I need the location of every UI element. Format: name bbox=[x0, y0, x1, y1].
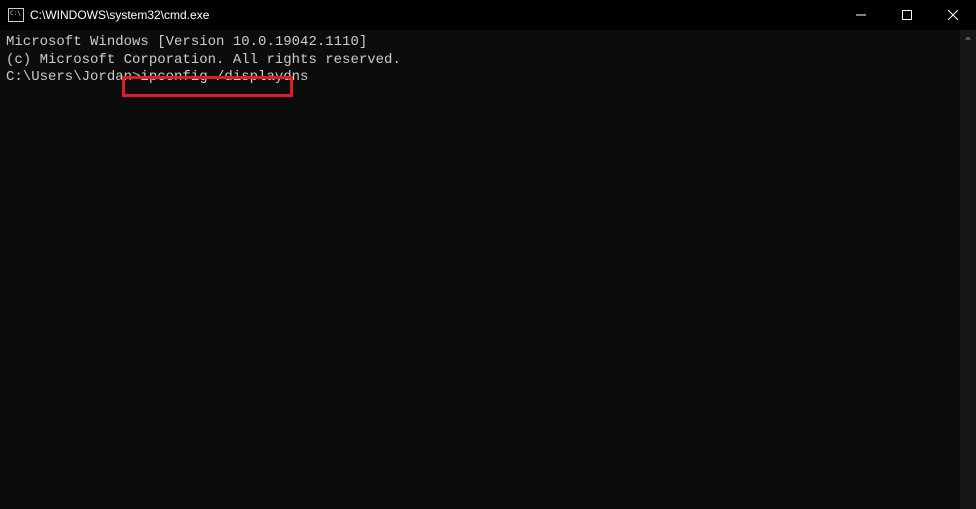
prompt-line: C:\Users\Jordan>ipconfig /displaydns bbox=[6, 69, 954, 87]
scrollbar[interactable] bbox=[960, 30, 976, 509]
version-line: Microsoft Windows [Version 10.0.19042.11… bbox=[6, 34, 954, 52]
cmd-icon bbox=[8, 8, 24, 22]
scroll-up-button[interactable] bbox=[960, 30, 976, 46]
maximize-icon bbox=[902, 10, 912, 20]
titlebar[interactable]: C:\WINDOWS\system32\cmd.exe bbox=[0, 0, 976, 30]
titlebar-left: C:\WINDOWS\system32\cmd.exe bbox=[0, 8, 209, 22]
prompt-text: C:\Users\Jordan> bbox=[6, 69, 140, 85]
maximize-button[interactable] bbox=[884, 0, 930, 30]
minimize-button[interactable] bbox=[838, 0, 884, 30]
copyright-line: (c) Microsoft Corporation. All rights re… bbox=[6, 52, 954, 70]
terminal-area[interactable]: Microsoft Windows [Version 10.0.19042.11… bbox=[0, 30, 976, 509]
window-title: C:\WINDOWS\system32\cmd.exe bbox=[30, 8, 209, 22]
window-controls bbox=[838, 0, 976, 30]
close-icon bbox=[948, 10, 958, 20]
minimize-icon bbox=[856, 10, 866, 20]
terminal-content: Microsoft Windows [Version 10.0.19042.11… bbox=[0, 30, 960, 509]
close-button[interactable] bbox=[930, 0, 976, 30]
command-text[interactable]: ipconfig /displaydns bbox=[140, 69, 308, 85]
chevron-up-icon bbox=[964, 34, 972, 42]
